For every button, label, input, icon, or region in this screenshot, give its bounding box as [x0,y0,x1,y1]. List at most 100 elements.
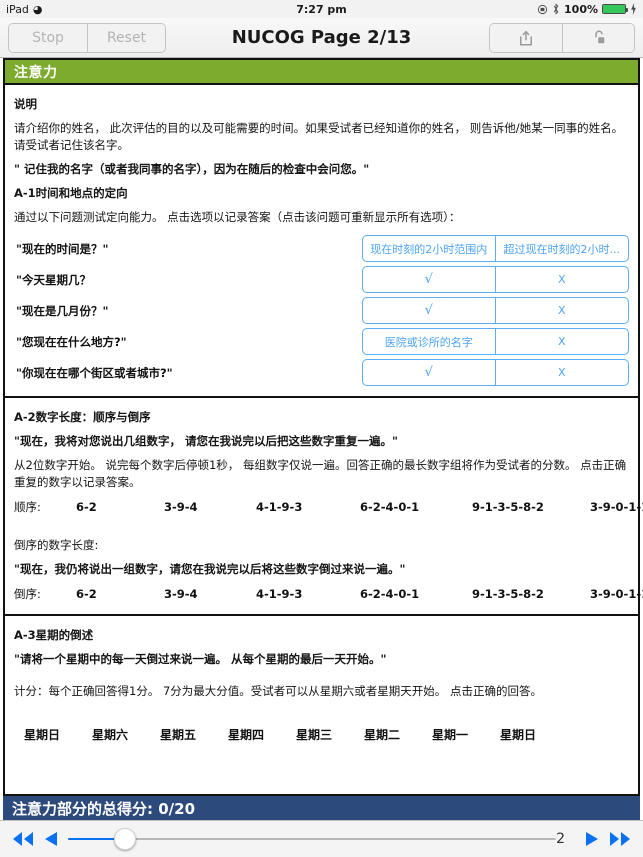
slider-knob[interactable] [114,828,137,850]
a1-answer-group: √ X [362,266,629,293]
slider-track [68,838,557,840]
a1-question-label[interactable]: "现在的时间是？" [14,241,362,257]
a2-backward-heading: 倒序的数字长度: [14,538,99,552]
share-button[interactable] [490,23,562,52]
a2-forward-label: 顺序: [14,500,41,514]
a3-quote-bold: 从每个星期的最后一天开始。" [231,652,387,666]
a2-backward-quote: "现在，我仍将说出一组数字，请您在我说完以后将这些数字倒过来说一遍。" [14,562,406,576]
a2-forward-sequences: 6-2 3-9-4 4-1-9-3 6-2-4-0-1 9-1-3-5-8-2 … [76,500,643,514]
lock-button[interactable] [562,23,634,52]
page-slider-wrap: 2 [68,824,575,854]
digit-sequence[interactable]: 9-1-3-5-8-2 [472,500,590,514]
a1-title: A-1时间和地点的定向 [14,186,128,200]
total-score-label: 注意力部分的总得分: 0/20 [12,799,196,818]
a1-answer-group: 现在时刻的2小时范围内 超过现在时刻的2小时... [362,235,629,262]
instructions-heading: 说明 [14,97,37,111]
a3-block: A-3星期的倒述 "请将一个星期中的每一天倒过来说一遍。 从每个星期的最后一天开… [5,616,638,751]
digit-sequence[interactable]: 6-2 [76,500,164,514]
a3-title: A-3星期的倒述 [14,628,94,642]
reset-button[interactable]: Reset [87,23,165,52]
day-button[interactable]: 星期六 [92,726,160,743]
digit-sequence[interactable]: 3-9-4 [164,587,256,601]
day-button[interactable]: 星期日 [24,726,92,743]
a2-forward-row: 顺序: 6-2 3-9-4 4-1-9-3 6-2-4-0-1 9-1-3-5-… [14,499,643,515]
wifi-icon: ◕ [32,2,43,16]
digit-sequence[interactable]: 4-1-9-3 [256,587,360,601]
table-row: "今天星期几？ √ X [14,264,629,295]
day-button[interactable]: 星期二 [364,726,432,743]
a1-question-label[interactable]: "现在是几月份？" [14,303,362,319]
a1-answer-left[interactable]: 医院或诊所的名字 [362,328,496,355]
digit-sequence[interactable]: 3-9-0-1-1-4-8 [590,500,643,514]
stop-button[interactable]: Stop [9,23,87,52]
timer-segmented-control[interactable]: Stop Reset [8,22,166,53]
digit-sequence[interactable]: 4-1-9-3 [256,500,360,514]
a1-answer-left[interactable]: √ [362,359,496,386]
digit-sequence[interactable]: 3-9-4 [164,500,256,514]
a2-title: A-2数字长度：顺序与倒序 [14,410,151,424]
a1-answer-left[interactable]: √ [362,297,496,324]
a1-answer-right[interactable]: 超过现在时刻的2小时... [495,235,629,262]
a1-answer-right[interactable]: X [495,359,629,386]
status-bar-right: 100% [537,3,637,16]
day-button[interactable]: 星期三 [296,726,364,743]
form-sheet: 注意力 说明 请介绍你的姓名， 此次评估的目的以及可能需要的时间。如果受试者已经… [3,58,643,820]
unlock-icon [594,30,604,43]
a1-answer-right[interactable]: X [495,297,629,324]
skip-to-first-icon[interactable] [12,831,34,847]
table-row: "您现在在什么地方?" 医院或诊所的名字 X [14,326,629,357]
day-button[interactable]: 星期五 [160,726,228,743]
rotation-lock-icon [537,4,548,14]
a1-answer-group: √ X [362,297,629,324]
table-row: "现在是几月份？" √ X [14,295,629,326]
battery-full-icon [602,4,628,14]
digit-sequence[interactable]: 6-2-4-0-1 [360,500,472,514]
a1-answer-left[interactable]: √ [362,266,496,293]
page-slider[interactable] [68,824,557,854]
battery-percent-label: 100% [564,2,598,16]
a2-backward-row: 倒序: 6-2 3-9-4 4-1-9-3 6-2-4-0-1 9-1-3-5-… [14,586,643,602]
a3-quote: "请将一个星期中的每一天倒过来说一遍。 从每个星期的最后一天开始。" [14,651,629,668]
instructions-paragraph: 请介绍你的姓名， 此次评估的目的以及可能需要的时间。如果受试者已经知道你的姓名，… [14,121,624,152]
day-button[interactable]: 星期四 [228,726,296,743]
page-navigation-toolbar: 2 [0,820,643,857]
a1-question-label[interactable]: "你现在在哪个街区或者城市?" [14,365,362,381]
a3-quote-plain: "请将一个星期中的每一天倒过来说一遍。 [14,652,231,666]
section-header-attention: 注意力 [5,58,638,85]
previous-page-icon[interactable] [44,831,58,847]
a2-backward-label: 倒序: [14,587,41,601]
action-segmented-control[interactable] [489,22,635,53]
table-row: "你现在在哪个街区或者城市?" √ X [14,357,629,388]
assessment-form: 注意力 说明 请介绍你的姓名， 此次评估的目的以及可能需要的时间。如果受试者已经… [0,58,643,820]
a3-scoring: 计分：每个正确回答得1分。 7分为最大分值。受试者可以从星期六或者星期天开始。 … [14,684,542,698]
day-button[interactable]: 星期一 [432,726,500,743]
navigation-toolbar: Stop Reset NUCOG Page 2/13 [0,18,643,58]
a1-question-label[interactable]: "您现在在什么地方?" [14,334,362,350]
instructions-quote: " 记住我的名字（或者我同事的名字），因为在随后的检查中会问您。" [14,162,370,176]
skip-to-last-icon[interactable] [609,831,631,847]
a1-answer-right[interactable]: X [495,266,629,293]
day-button[interactable]: 星期日 [500,726,568,743]
digit-sequence[interactable]: 6-2-4-0-1 [360,587,472,601]
a1-question-label[interactable]: "今天星期几？ [14,272,362,288]
table-row: "现在的时间是？" 现在时刻的2小时范围内 超过现在时刻的2小时... [14,233,629,264]
a2-instruction: 从2位数字开始。 说完每个数字后停顿1秒， 每组数字仅说一遍。回答正确的最长数字… [14,458,627,489]
digit-sequence[interactable]: 6-2 [76,587,164,601]
a1-answer-left[interactable]: 现在时刻的2小时范围内 [362,235,496,262]
a1-answer-group: √ X [362,359,629,386]
a2-quote: "现在，我将对您说出几组数字， 请您在我说完以后把这些数字重复一遍。" [14,434,398,448]
lightning-bolt-icon [631,3,636,15]
section-total-score: 注意力部分的总得分: 0/20 [3,794,640,820]
instructions-block: 说明 请介绍你的姓名， 此次评估的目的以及可能需要的时间。如果受试者已经知道你的… [5,85,638,396]
a2-block: A-2数字长度：顺序与倒序 "现在，我将对您说出几组数字， 请您在我说完以后把这… [5,398,643,614]
section-header-label: 注意力 [14,64,58,81]
ios-status-bar: iPad ◕ 7:27 pm 100% [0,0,643,18]
a3-days-row: 星期日 星期六 星期五 星期四 星期三 星期二 星期一 星期日 [14,726,629,743]
a1-question-grid: "现在的时间是？" 现在时刻的2小时范围内 超过现在时刻的2小时... "今天星… [14,233,629,388]
a1-answer-right[interactable]: X [495,328,629,355]
page-number-label: 2 [556,831,565,847]
digit-sequence[interactable]: 9-1-3-5-8-2 [472,587,590,601]
digit-sequence[interactable]: 3-9-0-1-1-4-8 [590,587,643,601]
next-page-icon[interactable] [585,831,599,847]
device-name: iPad [6,2,29,16]
